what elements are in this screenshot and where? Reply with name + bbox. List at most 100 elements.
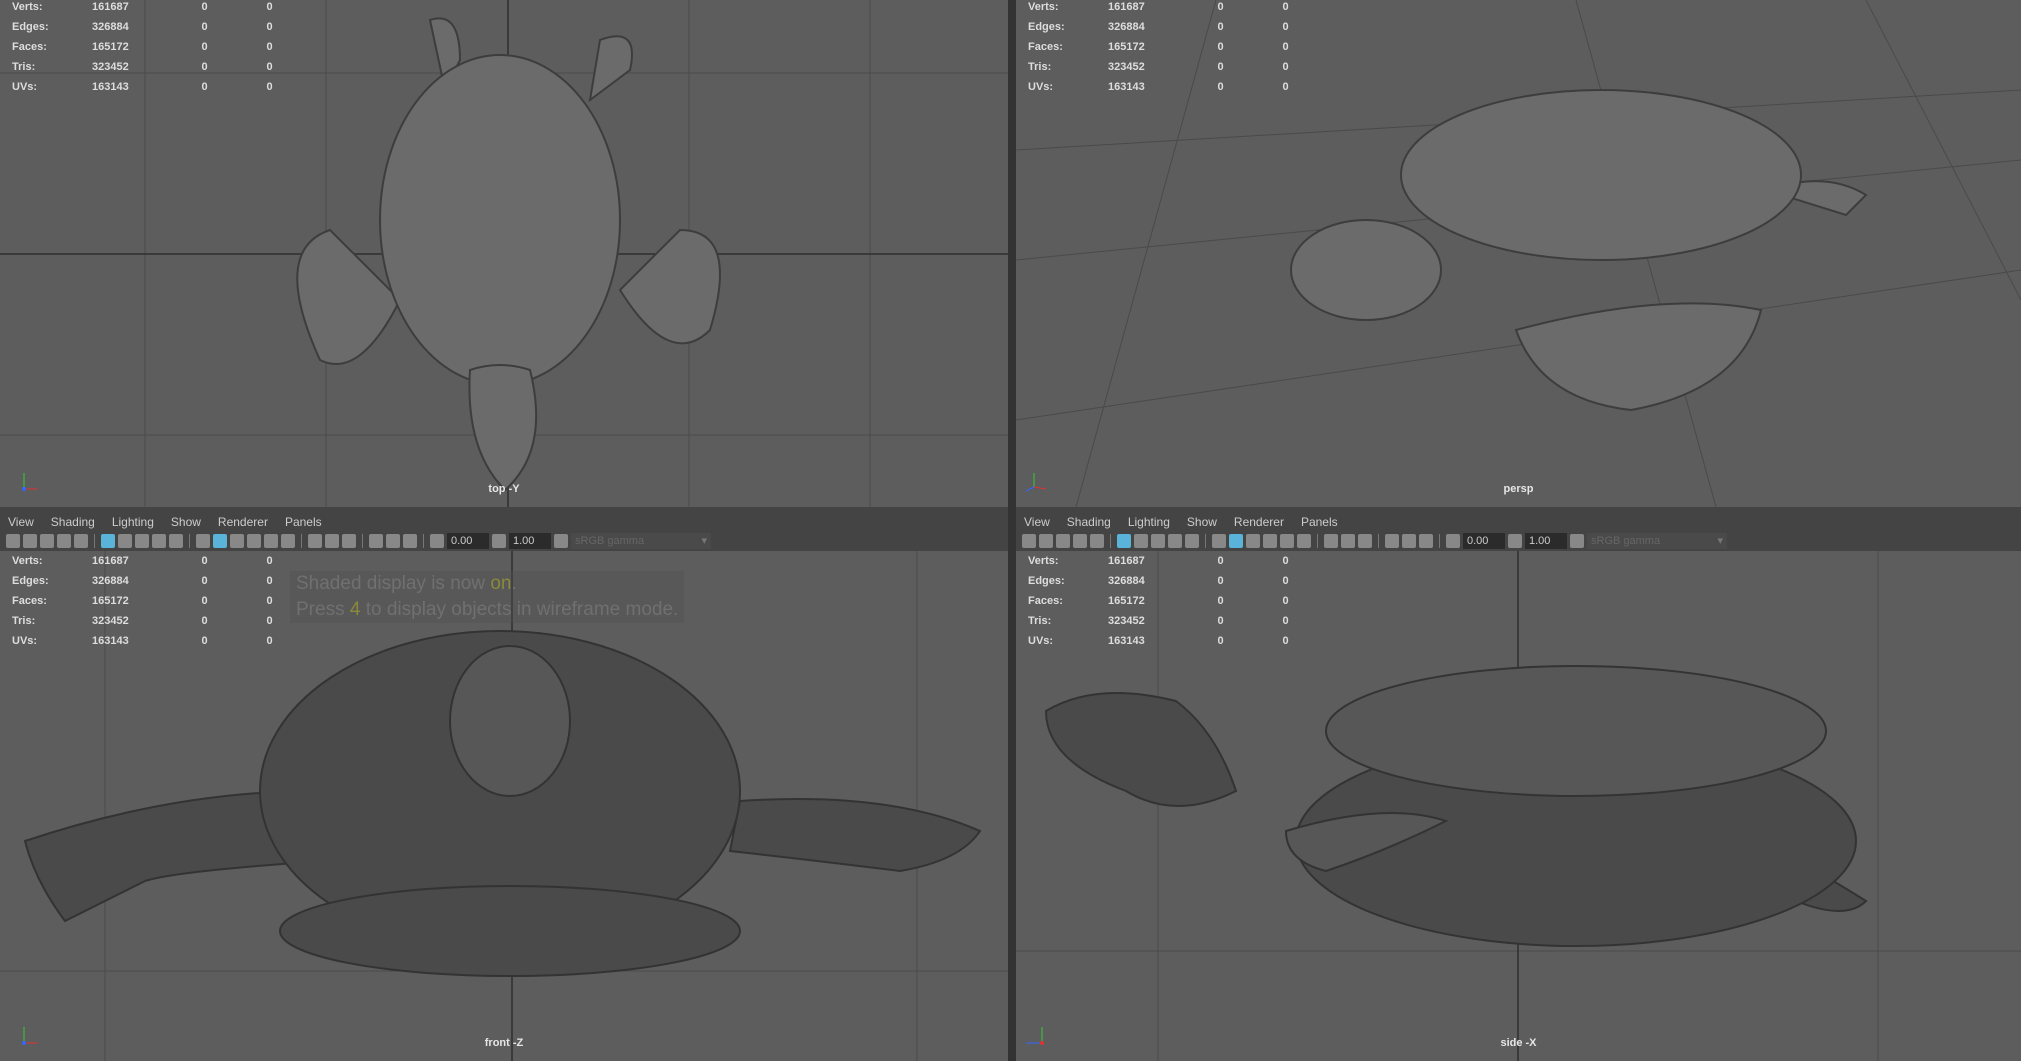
stat-value: 0	[1282, 41, 1289, 53]
stats-row: Faces: 165172 0 0	[12, 37, 302, 57]
wireframe-icon[interactable]	[1212, 534, 1226, 548]
menu-shading[interactable]: Shading	[1067, 515, 1111, 529]
xray-joints-icon[interactable]	[386, 534, 400, 548]
exposure-field[interactable]: 0.00	[447, 533, 489, 549]
bookmark-icon[interactable]	[1056, 534, 1070, 548]
stat-value: 0	[1282, 61, 1289, 73]
stat-value: 326884	[1108, 575, 1145, 587]
gamma-icon[interactable]	[492, 534, 506, 548]
image-plane-icon[interactable]	[57, 534, 71, 548]
grease-pencil-icon[interactable]	[74, 534, 88, 548]
exposure-icon[interactable]	[430, 534, 444, 548]
menu-shading[interactable]: Shading	[51, 515, 95, 529]
color-management-icon[interactable]	[554, 534, 568, 548]
stat-label: Tris:	[1028, 61, 1052, 73]
viewport-persp[interactable]: Verts: 161687 0 0 Edges: 326884 0 0 Faces: 1651…	[1016, 0, 2021, 507]
stat-value: 165172	[1108, 41, 1145, 53]
ambient-occlusion-icon[interactable]	[1341, 534, 1355, 548]
wireframe-icon[interactable]	[196, 534, 210, 548]
stat-label: Verts:	[1028, 1, 1059, 13]
grease-pencil-icon[interactable]	[1090, 534, 1104, 548]
stat-value: 323452	[1108, 615, 1145, 627]
menu-show[interactable]: Show	[1187, 515, 1217, 529]
ambient-occlusion-icon[interactable]	[325, 534, 339, 548]
antialiasing-icon[interactable]	[1358, 534, 1372, 548]
menu-view[interactable]: View	[1024, 515, 1050, 529]
stat-value: 0	[201, 635, 208, 647]
textured-icon[interactable]	[1280, 534, 1294, 548]
film-gate-icon[interactable]	[118, 534, 132, 548]
gamma-icon[interactable]	[1508, 534, 1522, 548]
xray-icon[interactable]	[1263, 534, 1277, 548]
gamma-field[interactable]: 1.00	[1525, 533, 1567, 549]
default-material-icon[interactable]	[1246, 534, 1260, 548]
isolate-select-icon[interactable]	[369, 534, 383, 548]
textured-icon[interactable]	[264, 534, 278, 548]
field-chart-icon[interactable]	[169, 534, 183, 548]
camera-attributes-icon[interactable]	[23, 534, 37, 548]
gamma-field[interactable]: 1.00	[509, 533, 551, 549]
safe-action-icon[interactable]	[1168, 534, 1182, 548]
stat-value: 323452	[1108, 61, 1145, 73]
panel-menu-bar: View Shading Lighting Show Renderer Panels	[0, 511, 1008, 533]
menu-lighting[interactable]: Lighting	[112, 515, 154, 529]
stat-value: 0	[201, 81, 208, 93]
smooth-shade-icon[interactable]	[1229, 534, 1243, 548]
bookmark-icon[interactable]	[40, 534, 54, 548]
antialiasing-icon[interactable]	[342, 534, 356, 548]
stat-value: 0	[1217, 595, 1224, 607]
stats-row: Verts: 161687 0 0	[12, 0, 302, 17]
exposure-field[interactable]: 0.00	[1463, 533, 1505, 549]
shadows-icon[interactable]	[1324, 534, 1338, 548]
camera-icon[interactable]	[1022, 534, 1036, 548]
field-chart-icon[interactable]	[1185, 534, 1199, 548]
stat-label: Tris:	[12, 615, 36, 627]
menu-renderer[interactable]: Renderer	[1234, 515, 1284, 529]
stat-value: 326884	[1108, 21, 1145, 33]
camera-attributes-icon[interactable]	[1039, 534, 1053, 548]
camera-icon[interactable]	[6, 534, 20, 548]
message-text: Shaded display is now	[296, 573, 491, 594]
resolution-gate-icon[interactable]	[1151, 534, 1165, 548]
lights-icon[interactable]	[281, 534, 295, 548]
stat-value: 0	[266, 61, 273, 73]
menu-show[interactable]: Show	[171, 515, 201, 529]
image-plane-icon[interactable]	[1073, 534, 1087, 548]
exposure-icon[interactable]	[1446, 534, 1460, 548]
stat-value: 0	[1217, 41, 1224, 53]
message-highlight: on	[490, 573, 512, 594]
viewport-front[interactable]: Verts: 161687 0 0 Edges: 326884 0 0 Faces: 1651…	[0, 551, 1008, 1061]
grid-icon[interactable]	[1117, 534, 1131, 548]
stat-label: Faces:	[1028, 41, 1063, 53]
viewport-side[interactable]: Verts: 161687 0 0 Edges: 326884 0 0 Faces: 1651…	[1016, 551, 2021, 1061]
safe-action-icon[interactable]	[152, 534, 166, 548]
menu-renderer[interactable]: Renderer	[218, 515, 268, 529]
stats-row: Edges: 326884 0 0	[12, 571, 302, 591]
xray-active-icon[interactable]	[1419, 534, 1433, 548]
pane-divider-vertical[interactable]	[1008, 0, 1016, 1061]
film-gate-icon[interactable]	[1134, 534, 1148, 548]
stats-row: Tris: 323452 0 0	[12, 57, 302, 77]
grid-icon[interactable]	[101, 534, 115, 548]
color-management-icon[interactable]	[1570, 534, 1584, 548]
default-material-icon[interactable]	[230, 534, 244, 548]
isolate-select-icon[interactable]	[1385, 534, 1399, 548]
view-transform-dropdown[interactable]: sRGB gamma	[571, 533, 711, 549]
xray-active-icon[interactable]	[403, 534, 417, 548]
view-transform-dropdown[interactable]: sRGB gamma	[1587, 533, 1727, 549]
shadows-icon[interactable]	[308, 534, 322, 548]
viewport-top[interactable]: Verts: 161687 0 0 Edges: 326884 0 0 Faces: 1651…	[0, 0, 1008, 507]
stats-row: UVs: 163143 0 0	[12, 77, 302, 97]
menu-lighting[interactable]: Lighting	[1128, 515, 1170, 529]
menu-view[interactable]: View	[8, 515, 34, 529]
smooth-shade-icon[interactable]	[213, 534, 227, 548]
turtle-model	[1290, 89, 1868, 412]
xray-icon[interactable]	[247, 534, 261, 548]
resolution-gate-icon[interactable]	[135, 534, 149, 548]
menu-panels[interactable]: Panels	[1301, 515, 1338, 529]
menu-panels[interactable]: Panels	[285, 515, 322, 529]
xray-joints-icon[interactable]	[1402, 534, 1416, 548]
message-text: .	[511, 573, 517, 594]
lights-icon[interactable]	[1297, 534, 1311, 548]
stat-value: 163143	[92, 81, 129, 93]
